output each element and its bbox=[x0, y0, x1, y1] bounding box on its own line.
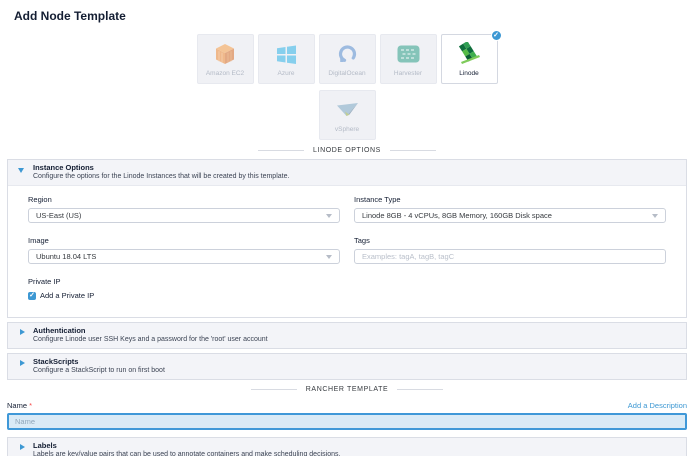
digitalocean-icon bbox=[337, 41, 358, 67]
tags-field: Tags bbox=[354, 236, 666, 264]
chevron-down-icon bbox=[18, 168, 24, 173]
chevron-right-icon bbox=[20, 329, 25, 335]
provider-card-label: vSphere bbox=[335, 126, 359, 133]
private-ip-field: Private IP ✓ Add a Private IP bbox=[28, 277, 666, 300]
instance-options-accordion-header[interactable]: Instance Options Configure the options f… bbox=[8, 160, 686, 186]
provider-card-label: DigitalOcean bbox=[328, 70, 365, 77]
chevron-right-icon bbox=[20, 360, 25, 366]
add-description-link[interactable]: Add a Description bbox=[628, 401, 687, 410]
checkbox-checked-icon[interactable]: ✓ bbox=[28, 292, 36, 300]
add-private-ip-checkbox-label: Add a Private IP bbox=[40, 291, 94, 300]
image-select[interactable]: Ubuntu 18.04 LTS bbox=[28, 249, 340, 264]
provider-card-digitalocean[interactable]: DigitalOcean bbox=[319, 34, 376, 84]
add-node-template-page: Add Node Template Amazon EC2 bbox=[0, 0, 694, 456]
selected-check-icon: ✓ bbox=[491, 30, 502, 41]
linode-icon bbox=[457, 41, 481, 67]
provider-card-label: Linode bbox=[459, 70, 479, 77]
instance-type-select[interactable]: Linode 8GB - 4 vCPUs, 8GB Memory, 160GB … bbox=[354, 208, 666, 223]
provider-card-vsphere[interactable]: vSphere bbox=[319, 90, 376, 140]
private-ip-label: Private IP bbox=[28, 277, 666, 286]
provider-cards-row-1: Amazon EC2 Azure DigitalOcean bbox=[7, 34, 687, 84]
linode-options-heading: LINODE OPTIONS bbox=[7, 147, 687, 154]
image-label: Image bbox=[28, 236, 340, 245]
page-title: Add Node Template bbox=[7, 0, 687, 23]
provider-card-harvester[interactable]: Harvester bbox=[380, 34, 437, 84]
required-asterisk: * bbox=[29, 401, 32, 410]
tags-input-wrap bbox=[354, 249, 666, 264]
name-field-header: Name * Add a Description bbox=[7, 401, 687, 410]
name-label: Name * bbox=[7, 401, 32, 410]
instance-options-content: Region US-East (US) Instance Type Linode… bbox=[8, 186, 686, 317]
divider-line bbox=[258, 150, 304, 151]
stackscripts-accordion-header[interactable]: StackScripts Configure a StackScript to … bbox=[7, 353, 687, 380]
instance-type-field: Instance Type Linode 8GB - 4 vCPUs, 8GB … bbox=[354, 195, 666, 223]
region-select[interactable]: US-East (US) bbox=[28, 208, 340, 223]
divider-line bbox=[251, 389, 297, 390]
region-label: Region bbox=[28, 195, 340, 204]
provider-card-amazon-ec2[interactable]: Amazon EC2 bbox=[197, 34, 254, 84]
harvester-icon bbox=[397, 41, 420, 67]
name-input-wrap bbox=[7, 413, 687, 430]
provider-card-label: Amazon EC2 bbox=[206, 70, 244, 77]
provider-card-label: Azure bbox=[278, 70, 295, 77]
chevron-down-icon bbox=[326, 255, 332, 259]
vsphere-icon bbox=[336, 97, 359, 123]
divider-line bbox=[397, 389, 443, 390]
add-private-ip-checkbox-row[interactable]: ✓ Add a Private IP bbox=[28, 291, 666, 300]
chevron-down-icon bbox=[652, 214, 658, 218]
tags-label: Tags bbox=[354, 236, 666, 245]
provider-cards-row-2: vSphere bbox=[7, 90, 687, 140]
name-input[interactable] bbox=[15, 417, 679, 426]
instance-options-section: Instance Options Configure the options f… bbox=[7, 159, 687, 318]
image-field: Image Ubuntu 18.04 LTS bbox=[28, 236, 340, 264]
instance-type-label: Instance Type bbox=[354, 195, 666, 204]
provider-card-label: Harvester bbox=[394, 70, 422, 77]
authentication-accordion-header[interactable]: Authentication Configure Linode user SSH… bbox=[7, 322, 687, 349]
chevron-down-icon bbox=[326, 214, 332, 218]
tags-input[interactable] bbox=[362, 252, 658, 261]
provider-card-linode[interactable]: ✓ Linode bbox=[441, 34, 498, 84]
rancher-template-heading: RANCHER TEMPLATE bbox=[7, 386, 687, 393]
labels-accordion-header[interactable]: Labels Labels are key/value pairs that c… bbox=[7, 437, 687, 456]
chevron-right-icon bbox=[20, 444, 25, 450]
provider-card-azure[interactable]: Azure bbox=[258, 34, 315, 84]
amazon-ec2-icon bbox=[215, 41, 235, 67]
region-field: Region US-East (US) bbox=[28, 195, 340, 223]
divider-line bbox=[390, 150, 436, 151]
azure-icon bbox=[276, 41, 297, 67]
